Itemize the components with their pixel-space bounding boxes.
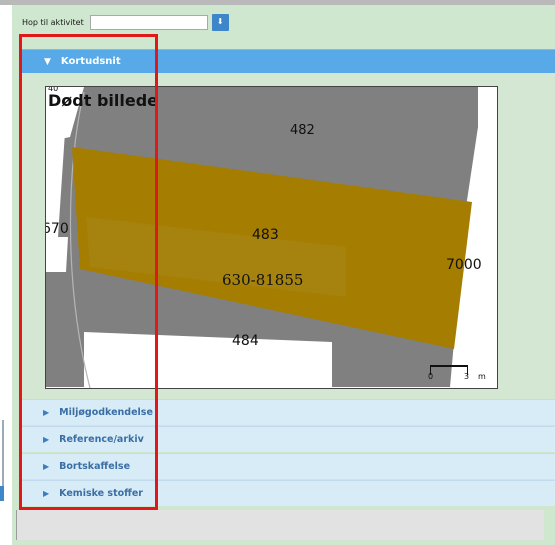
hop-to-activity-row: Hop til aktivitet ⬇ (22, 13, 229, 31)
map-labels: 40 Dødt billede 482 670 483 7000 630-818… (46, 87, 497, 388)
label-matrikel: 630-81855 (222, 271, 304, 289)
chevron-down-icon: ▼ (44, 56, 51, 67)
bottom-pane (16, 510, 544, 540)
label-7000: 7000 (446, 257, 482, 273)
accordion-label: Reference/arkiv (59, 434, 144, 445)
accordion-label: Bortskaffelse (59, 461, 131, 472)
hop-go-button[interactable]: ⬇ (211, 13, 229, 31)
accordion-label: Kemiske stoffer (59, 488, 143, 499)
label-670: 670 (46, 221, 69, 237)
scale-zero: 0 (428, 372, 434, 381)
kortudsnit-header[interactable]: ▼ Kortudsnit (21, 49, 555, 73)
scale-three: 3 (464, 372, 470, 381)
kortudsnit-title: Kortudsnit (60, 56, 121, 67)
left-divider (2, 420, 4, 490)
chevron-right-icon: ▶ (43, 489, 50, 498)
accordion-label: Miljøgodkendelse (59, 407, 153, 418)
hop-input[interactable] (89, 14, 208, 30)
accordion-kemiske-stoffer[interactable]: ▶ Kemiske stoffer (21, 480, 555, 506)
chevron-right-icon: ▶ (43, 408, 50, 417)
dead-image-text: Dødt billede (48, 91, 159, 110)
activity-panel: Hop til aktivitet ⬇ ▼ Kortudsnit 40 Dødt… (12, 5, 555, 545)
left-scroll-marker[interactable] (0, 486, 4, 501)
label-482: 482 (290, 123, 315, 138)
scale-bar (430, 365, 468, 375)
kortudsnit-content: 40 Dødt billede 482 670 483 7000 630-818… (21, 73, 555, 399)
accordion-bortskaffelse[interactable]: ▶ Bortskaffelse (21, 453, 555, 479)
chevron-right-icon: ▶ (43, 462, 50, 471)
scale-unit: m (478, 372, 486, 381)
label-483: 483 (252, 227, 279, 243)
chevron-right-icon: ▶ (43, 435, 50, 444)
label-484: 484 (232, 333, 259, 349)
download-arrow-icon: ⬇ (216, 17, 224, 26)
accordion-reference-arkiv[interactable]: ▶ Reference/arkiv (21, 426, 555, 452)
map-image: 40 Dødt billede 482 670 483 7000 630-818… (45, 86, 498, 389)
hop-label: Hop til aktivitet (22, 17, 84, 27)
accordion-miljoegodkendelse[interactable]: ▶ Miljøgodkendelse (21, 399, 555, 425)
